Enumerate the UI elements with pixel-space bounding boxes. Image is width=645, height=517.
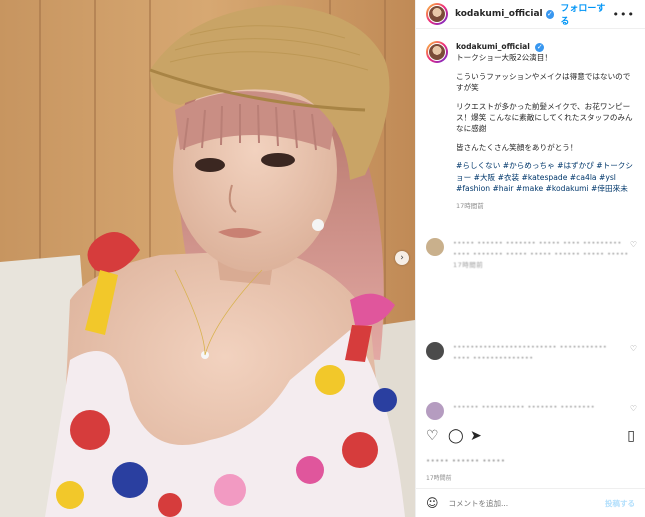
next-image-button[interactable]: › xyxy=(395,251,409,265)
post-comment-button[interactable]: 投稿する xyxy=(605,498,635,509)
caption-line-4: 皆さんたくさん笑顔をありがとう！ xyxy=(456,142,578,152)
post-side-panel: kodakumi_official ✓ フォローする ••• kodakumi_… xyxy=(415,0,645,517)
post-time: 17時間前 xyxy=(426,475,452,482)
share-icon[interactable]: ➤ xyxy=(470,428,482,444)
commenter-avatar[interactable] xyxy=(426,402,444,420)
comment-text: •••••• •••••••••• ••••••• •••••••• xyxy=(453,403,596,411)
caption-hashtags[interactable]: #らしくない #からめっちゃ #はずかぴ #トークショー #大阪 #衣装 #ka… xyxy=(456,160,635,194)
comment-item: •••••• •••••••••• ••••••• •••••••• ♡ xyxy=(416,402,645,420)
post-photo: › xyxy=(0,0,415,517)
follow-button[interactable]: フォローする xyxy=(560,1,612,27)
commenter-avatar[interactable] xyxy=(426,342,444,360)
caption-line-1: トークショー大阪2公演目！ xyxy=(456,53,552,63)
verified-icon: ✓ xyxy=(545,9,555,19)
comment-icon[interactable]: ◯ xyxy=(448,428,464,444)
like-comment-icon[interactable]: ♡ xyxy=(630,344,637,353)
post-header: kodakumi_official ✓ フォローする ••• xyxy=(416,0,645,29)
comment-meta: 17時間前 xyxy=(453,261,484,269)
comment-text: •••••••••••••••••••••••• ••••••••••• xyxy=(453,343,608,351)
more-options-icon[interactable]: ••• xyxy=(613,8,635,21)
caption-body: kodakumi_official ✓ トークショー大阪2公演目！ こういうファ… xyxy=(456,41,635,213)
comment-text: ••••• •••••• ••••••• ••••• •••• ••••••••… xyxy=(453,239,629,258)
save-icon[interactable]: ▯ xyxy=(627,428,635,444)
comment-item: •••••••••••••••••••••••• ••••••••••• •••… xyxy=(416,342,645,364)
comment-item: ••••• •••••• ••••••• ••••• •••• ••••••••… xyxy=(416,238,645,271)
author-username[interactable]: kodakumi_official xyxy=(455,9,543,19)
like-icon[interactable]: ♡ xyxy=(426,428,439,444)
like-comment-icon[interactable]: ♡ xyxy=(630,404,637,413)
author-avatar[interactable] xyxy=(426,3,448,25)
verified-icon: ✓ xyxy=(535,43,545,52)
comment-input[interactable] xyxy=(446,497,605,509)
add-comment-bar: ☺ 投稿する xyxy=(416,488,645,517)
caption-line-2: こういうファッションやメイクは得意ではないのですが笑 xyxy=(456,71,631,93)
caption-avatar[interactable] xyxy=(426,41,448,63)
caption: kodakumi_official ✓ トークショー大阪2公演目！ こういうファ… xyxy=(416,29,645,213)
caption-time: 17時間前 xyxy=(456,202,484,211)
commenter-avatar[interactable] xyxy=(426,238,444,256)
caption-line-3: リクエストが多かった前髪メイクで、お花ワンピース！爆笑 こんなに素敵にしてくれた… xyxy=(456,101,633,134)
caption-username[interactable]: kodakumi_official xyxy=(456,42,530,51)
likes-count[interactable]: ••••• •••••• ••••• xyxy=(426,457,506,465)
photo-illustration xyxy=(0,0,415,517)
emoji-icon[interactable]: ☺ xyxy=(426,496,439,510)
comment-meta: •••• •••••••••••••• xyxy=(453,354,534,362)
post-actions: ♡ ◯ ➤ ▯ xyxy=(426,428,635,448)
like-comment-icon[interactable]: ♡ xyxy=(630,240,637,249)
